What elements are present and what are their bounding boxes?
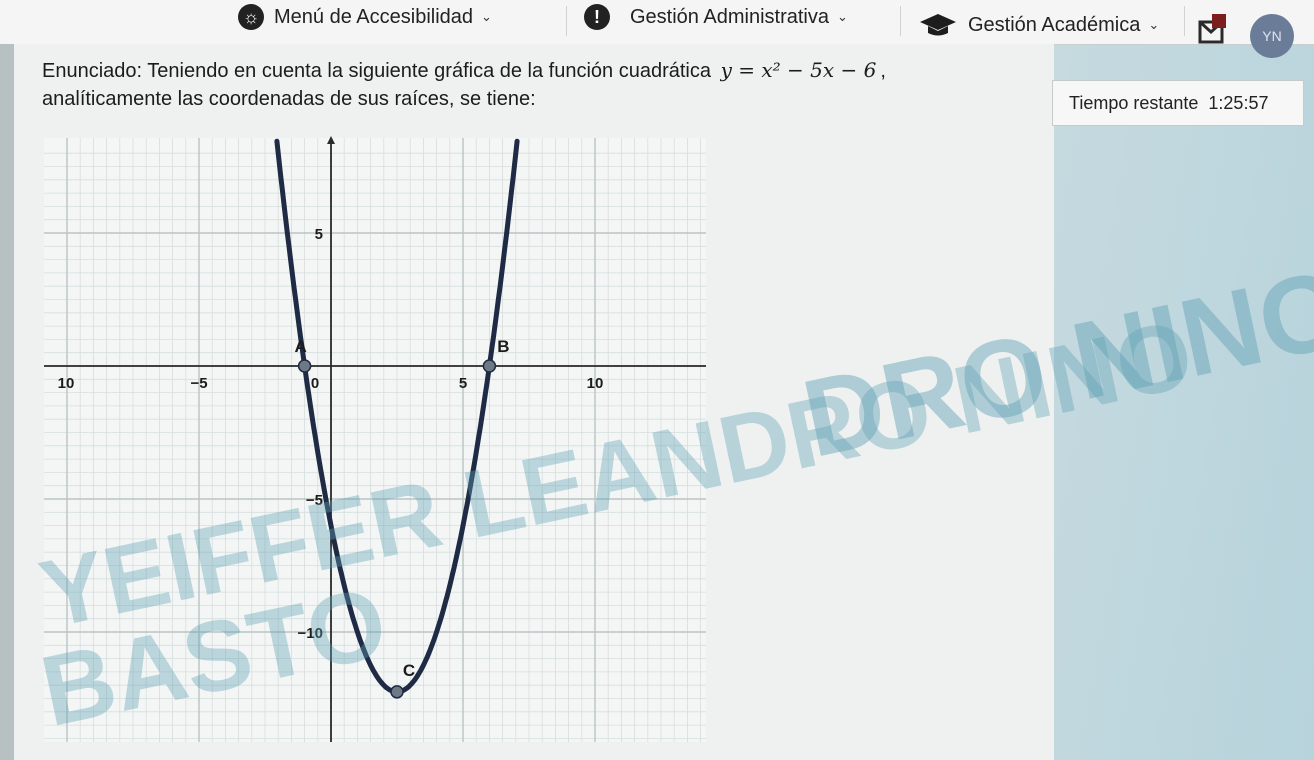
y-tick-label: −5 — [306, 492, 323, 509]
y-tick-label: −10 — [298, 625, 323, 642]
point-label-C: C — [403, 661, 415, 680]
x-tick-label: −5 — [190, 375, 207, 392]
point-C — [390, 685, 404, 699]
point-A — [297, 359, 312, 373]
y-tick-label: 5 — [315, 226, 323, 243]
x-tick-label: 5 — [459, 375, 467, 392]
x-tick-label: 10 — [58, 375, 75, 392]
point-label-B: B — [497, 337, 509, 356]
x-tick-label: 10 — [587, 375, 604, 392]
graph-area — [44, 138, 706, 742]
point-B — [482, 359, 497, 373]
parabola-graph: 10 −5 0 5 10 5 −5 −10 A B C — [44, 136, 706, 742]
x-tick-label: 0 — [311, 375, 319, 392]
point-label-A: A — [294, 337, 306, 356]
